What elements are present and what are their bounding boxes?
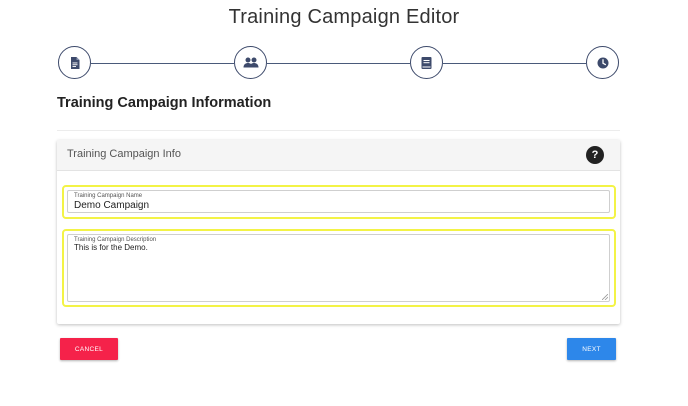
campaign-name-field[interactable]: Training Campaign Name xyxy=(67,190,610,213)
step-4[interactable] xyxy=(586,46,619,79)
step-2[interactable] xyxy=(234,46,267,79)
section-title: Training Campaign Information xyxy=(57,95,272,111)
divider xyxy=(57,130,620,131)
campaign-description-textarea[interactable]: This is for the Demo. xyxy=(74,243,594,252)
step-connector xyxy=(267,63,410,64)
cancel-button[interactable]: CANCEL xyxy=(60,338,118,360)
next-button-label: NEXT xyxy=(582,345,601,353)
clock-icon xyxy=(597,57,609,69)
campaign-name-label: Training Campaign Name xyxy=(74,193,143,199)
resize-grip-icon[interactable] xyxy=(602,294,608,300)
campaign-name-input[interactable] xyxy=(74,200,594,211)
help-icon: ? xyxy=(591,149,599,161)
next-button[interactable]: NEXT xyxy=(567,338,616,360)
step-connector xyxy=(443,63,586,64)
book-icon xyxy=(421,56,432,69)
step-1[interactable] xyxy=(58,46,91,79)
page-title: Training Campaign Editor xyxy=(228,6,460,28)
campaign-description-field[interactable]: Training Campaign Description This is fo… xyxy=(67,234,610,302)
step-connector xyxy=(91,63,234,64)
step-3[interactable] xyxy=(410,46,443,79)
card-title: Training Campaign Info xyxy=(67,148,181,160)
users-icon xyxy=(243,57,259,68)
cancel-button-label: CANCEL xyxy=(74,345,104,353)
help-button[interactable]: ? xyxy=(586,146,604,164)
document-icon xyxy=(70,56,80,69)
stepper xyxy=(0,46,688,82)
card-header: Training Campaign Info ? xyxy=(57,140,620,171)
campaign-info-card: Training Campaign Info ? Training Campai… xyxy=(57,140,620,324)
